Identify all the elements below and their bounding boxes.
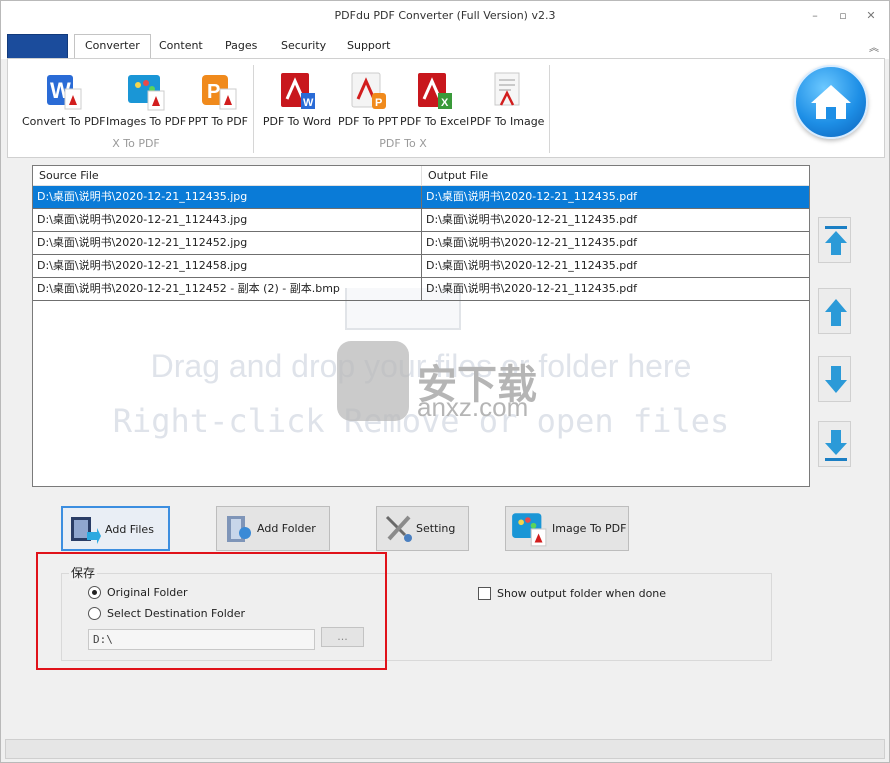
svg-text:P: P bbox=[375, 97, 382, 109]
image-to-pdf-label: Image To PDF bbox=[552, 522, 627, 535]
tab-support[interactable]: Support bbox=[337, 35, 400, 59]
pdf-ppt-icon: P bbox=[348, 71, 388, 111]
ribbon-group-divider bbox=[253, 65, 254, 153]
add-folder-icon bbox=[227, 516, 251, 542]
add-files-icon bbox=[71, 517, 101, 544]
table-row[interactable]: D:\桌面\说明书\2020-12-21_112458.jpg D:\桌面\说明… bbox=[33, 255, 809, 278]
table-row[interactable]: D:\桌面\说明书\2020-12-21_112452 - 副本 (2) - 副… bbox=[33, 278, 809, 301]
convert-to-pdf-button[interactable]: W Convert To PDF bbox=[22, 71, 106, 133]
images-to-pdf-label: Images To PDF bbox=[106, 115, 187, 128]
watermark-domain-text: anxz.com bbox=[417, 392, 529, 422]
pdf-to-word-button[interactable]: W PDF To Word bbox=[262, 71, 332, 133]
table-row[interactable]: D:\桌面\说明书\2020-12-21_112443.jpg D:\桌面\说明… bbox=[33, 209, 809, 232]
tools-icon bbox=[385, 515, 412, 542]
source-cell: D:\桌面\说明书\2020-12-21_112452 - 副本 (2) - 副… bbox=[37, 282, 340, 295]
output-cell: D:\桌面\说明书\2020-12-21_112435.pdf bbox=[421, 255, 809, 277]
tab-security[interactable]: Security bbox=[271, 35, 336, 59]
home-button[interactable] bbox=[794, 65, 868, 139]
images-to-pdf-button[interactable]: Images To PDF bbox=[106, 71, 186, 133]
tab-converter[interactable]: Converter bbox=[74, 34, 151, 60]
output-cell: D:\桌面\说明书\2020-12-21_112435.pdf bbox=[421, 232, 809, 254]
ppt-to-pdf-label: PPT To PDF bbox=[188, 115, 248, 128]
pdf-to-image-button[interactable]: PDF To Image bbox=[470, 71, 544, 133]
word-convert-icon: W bbox=[43, 71, 83, 111]
pdf-to-word-label: PDF To Word bbox=[262, 115, 332, 128]
column-header-source[interactable]: Source File bbox=[33, 166, 421, 186]
pdf-word-icon: W bbox=[277, 71, 317, 111]
show-output-label[interactable]: Show output folder when done bbox=[497, 587, 666, 600]
pdf-to-image-label: PDF To Image bbox=[470, 115, 545, 128]
pdf-excel-icon: X bbox=[414, 71, 454, 111]
output-cell: D:\桌面\说明书\2020-12-21_112435.pdf bbox=[421, 278, 809, 300]
move-to-top-button[interactable] bbox=[818, 217, 851, 263]
file-list[interactable]: Drag and drop your files or folder here … bbox=[32, 165, 810, 487]
svg-text:W: W bbox=[303, 97, 314, 109]
svg-text:P: P bbox=[207, 81, 220, 103]
setting-label: Setting bbox=[416, 522, 456, 535]
ppt-to-pdf-button[interactable]: P PPT To PDF bbox=[186, 71, 250, 133]
ribbon-tabs: Converter Content Pages Security Support… bbox=[1, 31, 889, 60]
arrow-up-icon bbox=[825, 299, 847, 326]
images-pdf-icon bbox=[126, 71, 166, 111]
add-files-button[interactable]: Add Files bbox=[61, 506, 170, 551]
setting-button[interactable]: Setting bbox=[376, 506, 469, 551]
move-up-button[interactable] bbox=[818, 288, 851, 334]
tab-content[interactable]: Content bbox=[149, 35, 213, 59]
highlight-box bbox=[36, 552, 387, 670]
add-folder-label: Add Folder bbox=[257, 522, 316, 535]
pdf-image-icon bbox=[487, 71, 527, 111]
table-row[interactable]: D:\桌面\说明书\2020-12-21_112435.jpg D:\桌面\说明… bbox=[33, 186, 809, 209]
app-window: PDFdu PDF Converter (Full Version) v2.3 … bbox=[0, 0, 890, 763]
source-cell: D:\桌面\说明书\2020-12-21_112452.jpg bbox=[37, 236, 248, 249]
close-icon[interactable]: ✕ bbox=[863, 9, 879, 23]
ribbon-panel: W Convert To PDF Images To PDF P PPT To … bbox=[7, 58, 885, 158]
image-to-pdf-button[interactable]: Image To PDF bbox=[505, 506, 629, 551]
pdf-to-ppt-label: PDF To PPT bbox=[338, 115, 398, 128]
move-down-button[interactable] bbox=[818, 356, 851, 402]
pdf-to-excel-label: PDF To Excel bbox=[400, 115, 470, 128]
application-menu-button[interactable] bbox=[7, 34, 68, 59]
window-title: PDFdu PDF Converter (Full Version) v2.3 bbox=[334, 9, 556, 22]
source-cell: D:\桌面\说明书\2020-12-21_112458.jpg bbox=[37, 259, 248, 272]
source-cell: D:\桌面\说明书\2020-12-21_112443.jpg bbox=[37, 213, 248, 226]
output-cell: D:\桌面\说明书\2020-12-21_112435.pdf bbox=[421, 186, 809, 208]
watermark-logo-icon bbox=[337, 341, 409, 421]
ribbon-collapse-icon[interactable]: ︽ bbox=[869, 39, 879, 54]
ribbon-group-divider bbox=[549, 65, 550, 153]
image-pdf-icon bbox=[512, 513, 547, 547]
arrow-down-icon bbox=[825, 366, 847, 393]
svg-text:X: X bbox=[441, 97, 449, 109]
column-header-output[interactable]: Output File bbox=[421, 166, 809, 186]
title-bar: PDFdu PDF Converter (Full Version) v2.3 … bbox=[1, 1, 889, 31]
status-bar bbox=[5, 739, 885, 759]
move-to-bottom-button[interactable] bbox=[818, 421, 851, 467]
output-cell: D:\桌面\说明书\2020-12-21_112435.pdf bbox=[421, 209, 809, 231]
move-bottom-icon bbox=[825, 430, 847, 461]
pdf-to-ppt-button[interactable]: P PDF To PPT bbox=[336, 71, 400, 133]
show-output-checkbox[interactable] bbox=[478, 587, 491, 600]
minimize-icon[interactable]: – bbox=[807, 9, 823, 23]
maximize-icon[interactable]: ▫ bbox=[835, 9, 851, 23]
pdf-to-excel-button[interactable]: X PDF To Excel bbox=[400, 71, 470, 133]
move-top-icon bbox=[825, 226, 847, 255]
add-folder-button[interactable]: Add Folder bbox=[216, 506, 330, 551]
group-label-pdf-to-x: PDF To X bbox=[379, 137, 427, 150]
convert-to-pdf-label: Convert To PDF bbox=[22, 115, 106, 128]
source-cell: D:\桌面\说明书\2020-12-21_112435.jpg bbox=[37, 190, 248, 203]
ppt-pdf-icon: P bbox=[198, 71, 238, 111]
tab-pages[interactable]: Pages bbox=[215, 35, 267, 59]
table-row[interactable]: D:\桌面\说明书\2020-12-21_112452.jpg D:\桌面\说明… bbox=[33, 232, 809, 255]
group-label-x-to-pdf: X To PDF bbox=[112, 137, 160, 150]
home-icon bbox=[811, 85, 851, 119]
add-files-label: Add Files bbox=[105, 523, 154, 536]
